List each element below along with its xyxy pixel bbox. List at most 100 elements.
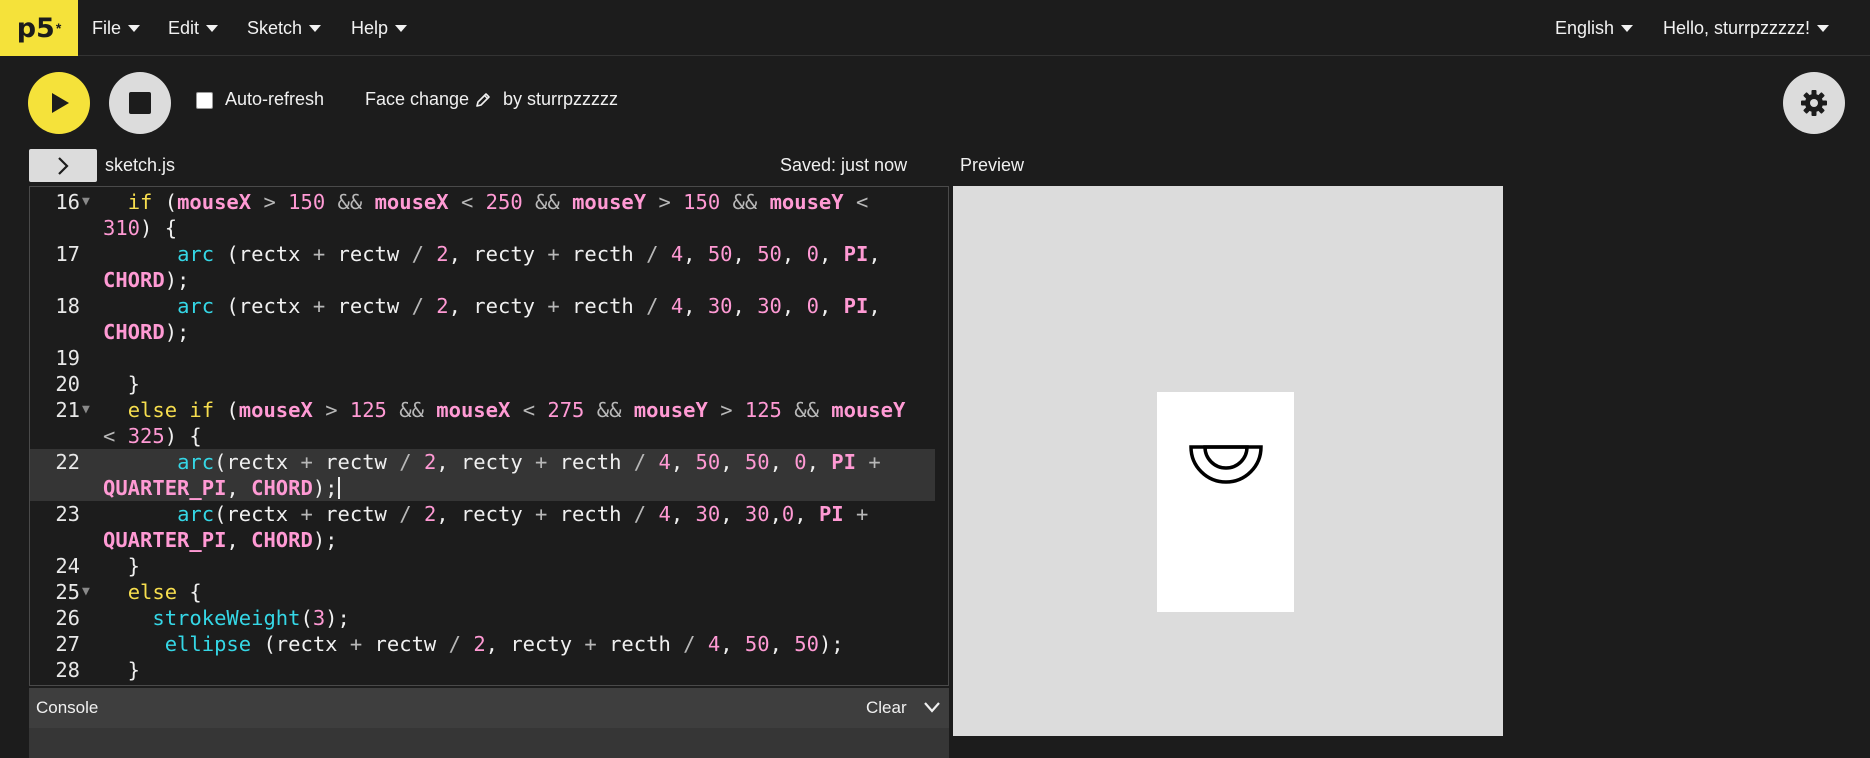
- code-line[interactable]: 28 }: [30, 657, 935, 683]
- logo-star: *: [55, 20, 62, 36]
- line-number: 22: [55, 450, 80, 474]
- text-cursor: [337, 477, 340, 499]
- preview-canvas[interactable]: [953, 186, 1503, 736]
- code-line[interactable]: 22 arc(rectx + rectw / 2, recty + recth …: [30, 449, 935, 475]
- code-line[interactable]: 18 arc (rectx + rectw / 2, recty + recth…: [30, 293, 935, 319]
- console-header: Console Clear: [29, 688, 949, 728]
- line-number: 25: [55, 580, 80, 604]
- code-line[interactable]: 17 arc (rectx + rectw / 2, recty + recth…: [30, 241, 935, 267]
- menu-help-label: Help: [351, 17, 389, 38]
- top-nav: p5 * File Edit Sketch Help English Hello,…: [0, 0, 1870, 56]
- line-number: 28: [55, 658, 80, 682]
- line-number: 24: [55, 554, 80, 578]
- code-text: arc (rectx + rectw / 2, recty + recth / …: [177, 242, 881, 266]
- code-text: ellipse (rectx + rectw / 2, recty + rect…: [164, 632, 844, 656]
- code-line[interactable]: CHORD);: [30, 319, 935, 345]
- code-line[interactable]: 16 ▼ if (mouseX > 150 && mouseX < 250 && …: [30, 189, 935, 215]
- code-line[interactable]: CHORD);: [30, 267, 935, 293]
- console-title: Console: [36, 698, 99, 717]
- code-line[interactable]: 24 }: [30, 553, 935, 579]
- code-line[interactable]: 23 arc(rectx + rectw / 2, recty + recth …: [30, 501, 935, 527]
- p5-editor-app: p5 * File Edit Sketch Help English Hello,…: [0, 0, 1870, 758]
- code-text: }: [103, 372, 141, 396]
- stop-button[interactable]: [109, 72, 171, 134]
- menu-sketch-label: Sketch: [247, 17, 303, 38]
- code-line[interactable]: < 325) {: [30, 423, 935, 449]
- user-greeting: Hello, sturrpzzzzz!: [1663, 17, 1811, 38]
- code-text: else if (mouseX > 125 && mouseX < 275 &&…: [127, 398, 906, 422]
- code-text: CHORD);: [103, 268, 190, 292]
- face-card: [1157, 392, 1294, 612]
- code-line[interactable]: 20 }: [30, 371, 935, 397]
- code-text: arc(rectx + rectw / 2, recty + recth / 4…: [177, 502, 869, 526]
- play-icon: [52, 93, 69, 113]
- line-number: 20: [55, 372, 80, 396]
- line-number: 16: [55, 190, 80, 214]
- console-clear-button[interactable]: Clear: [866, 698, 907, 718]
- code-text: }: [103, 554, 141, 578]
- code-editor[interactable]: 16 ▼ if (mouseX > 150 && mouseX < 250 && …: [29, 186, 949, 686]
- menu-edit[interactable]: Edit: [168, 0, 219, 56]
- code-text: }: [103, 658, 141, 682]
- code-text: else {: [127, 580, 202, 604]
- fold-arrow-icon[interactable]: ▼: [82, 189, 90, 215]
- code-text: arc(rectx + rectw / 2, recty + recth / 4…: [177, 450, 881, 474]
- chevron-down-icon: [206, 24, 219, 32]
- pencil-icon[interactable]: [474, 91, 492, 109]
- menu-sketch[interactable]: Sketch: [247, 0, 322, 56]
- code-line[interactable]: QUARTER_PI, CHORD);: [30, 527, 935, 553]
- sketch-owner: by sturrpzzzzz: [503, 89, 619, 109]
- line-number: 23: [55, 502, 80, 526]
- menu-file[interactable]: File: [92, 0, 141, 56]
- code-line[interactable]: 19: [30, 345, 935, 371]
- file-tab-sketch-js[interactable]: sketch.js: [105, 155, 175, 176]
- sketch-name[interactable]: Face change: [365, 89, 469, 110]
- code-text: 310) {: [103, 216, 178, 240]
- code-line[interactable]: 21 ▼ else if (mouseX > 125 && mouseX < 27…: [30, 397, 935, 423]
- auto-refresh-label: Auto-refresh: [225, 89, 325, 109]
- language-menu[interactable]: English: [1555, 0, 1634, 56]
- chevron-down-icon: [128, 24, 141, 32]
- chevron-down-icon: [395, 24, 408, 32]
- line-number: 18: [55, 294, 80, 318]
- saved-status: Saved: just now: [780, 155, 908, 175]
- line-number: 26: [55, 606, 80, 630]
- code-text: CHORD);: [103, 320, 190, 344]
- language-label: English: [1555, 17, 1615, 38]
- chevron-down-icon: [1817, 24, 1830, 32]
- code-line[interactable]: 27 ellipse (rectx + rectw / 2, recty + r…: [30, 631, 935, 657]
- chevron-right-icon: [58, 156, 69, 175]
- line-number: 21: [55, 398, 80, 422]
- code-line[interactable]: 25 ▼ else {: [30, 579, 935, 605]
- line-number: 17: [55, 242, 80, 266]
- code-text: < 325) {: [103, 424, 202, 448]
- expand-sidebar-button[interactable]: [29, 149, 97, 182]
- settings-button[interactable]: [1783, 72, 1845, 134]
- play-button[interactable]: [28, 72, 90, 134]
- console-body: [29, 728, 949, 758]
- menu-help[interactable]: Help: [351, 0, 408, 56]
- code-text: QUARTER_PI, CHORD);: [103, 476, 340, 500]
- auto-refresh-checkbox[interactable]: [196, 92, 213, 109]
- code-text: if (mouseX > 150 && mouseX < 250 && mous…: [127, 190, 869, 214]
- code-text: strokeWeight(3);: [152, 606, 350, 630]
- menu-file-label: File: [92, 17, 122, 38]
- fold-arrow-icon[interactable]: ▼: [82, 397, 90, 423]
- user-menu[interactable]: Hello, sturrpzzzzz!: [1663, 0, 1830, 56]
- menu-edit-label: Edit: [168, 17, 200, 38]
- code-line[interactable]: 310) {: [30, 215, 935, 241]
- stop-icon: [129, 92, 151, 114]
- line-number: 19: [55, 346, 80, 370]
- code-line[interactable]: 26 strokeWeight(3);: [30, 605, 935, 631]
- logo-text: p5: [16, 12, 55, 44]
- code-text: QUARTER_PI, CHORD);: [103, 528, 338, 552]
- chevron-down-icon: [1621, 24, 1634, 32]
- chevron-down-icon: [309, 24, 322, 32]
- sketch-output: [1157, 392, 1294, 612]
- preview-label: Preview: [960, 155, 1025, 175]
- gear-icon: [1801, 90, 1827, 116]
- chevron-down-icon[interactable]: [923, 700, 941, 714]
- fold-arrow-icon[interactable]: ▼: [82, 579, 90, 605]
- p5-logo[interactable]: p5 *: [0, 0, 78, 56]
- code-line[interactable]: QUARTER_PI, CHORD);: [30, 475, 935, 501]
